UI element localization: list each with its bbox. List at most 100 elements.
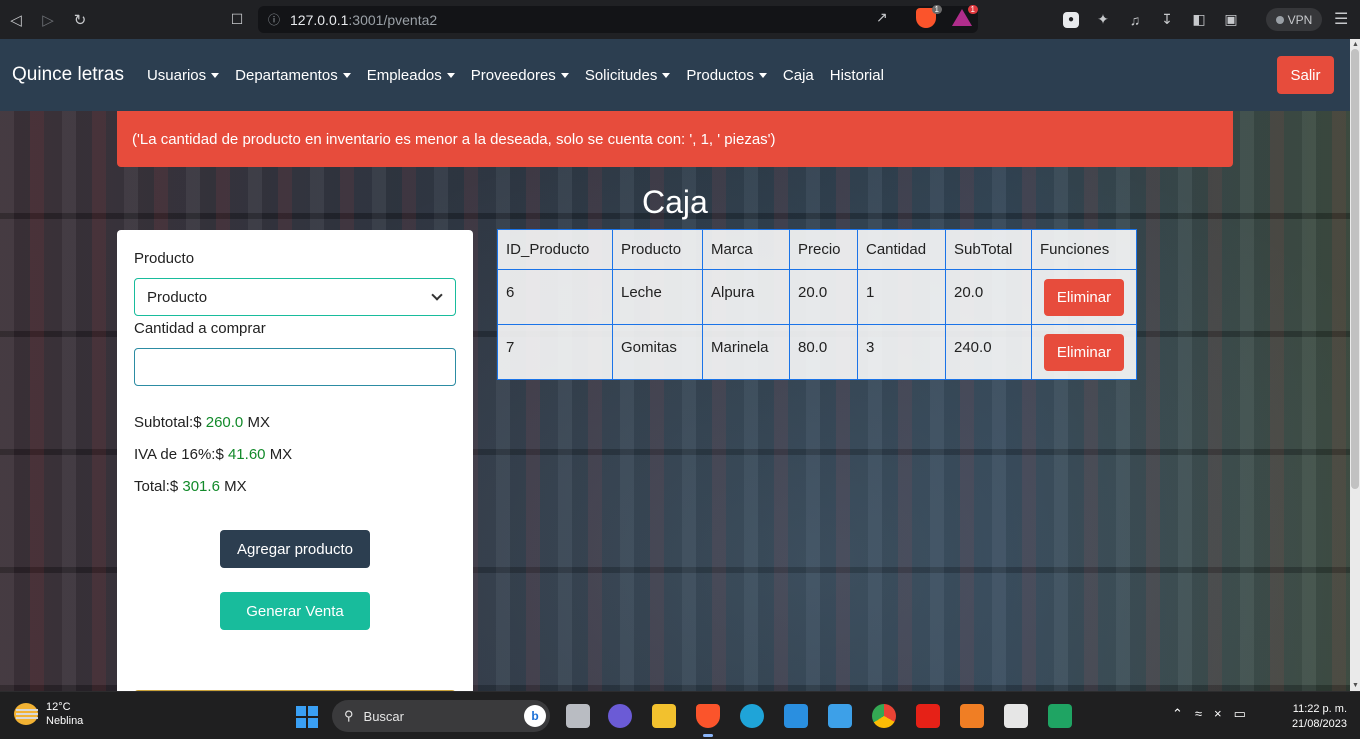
search-placeholder: Buscar [363, 708, 404, 724]
nav-label: Proveedores [470, 66, 556, 84]
scroll-up-icon[interactable]: ▲ [1352, 41, 1359, 48]
brave-browser-icon[interactable] [696, 704, 720, 737]
col-subtotal: SubTotal [945, 229, 1032, 270]
back-icon[interactable]: ◁ [0, 0, 32, 39]
sale-form-card: Producto Producto Cantidad a comprar Sub… [117, 230, 473, 691]
cart-table: ID_Producto Producto Marca Precio Cantid… [497, 229, 1137, 380]
nav-proveedores[interactable]: Proveedores [471, 67, 569, 84]
os-taskbar: 12°C Neblina ⚲ Buscar b ⌃ ≈ × ▭ 11:22 p.… [0, 691, 1360, 739]
bing-icon[interactable]: b [524, 705, 546, 727]
product-select[interactable]: Producto [134, 278, 456, 316]
nav-historial[interactable]: Historial [830, 67, 884, 84]
page-scrollbar[interactable]: ▲ ▼ [1350, 39, 1360, 691]
total-label: Total:$ [134, 478, 179, 495]
spreadsheet-icon[interactable] [1048, 704, 1072, 728]
nav-label: Caja [782, 66, 814, 84]
nav-departamentos[interactable]: Departamentos [235, 67, 351, 84]
rewards-badge: 1 [967, 5, 978, 14]
xampp-icon[interactable] [960, 704, 984, 728]
logout-button[interactable]: Salir [1277, 56, 1334, 94]
search-icon: ⚲ [344, 708, 354, 723]
subtotal-line: Subtotal:$ 260.0 MX [134, 414, 270, 431]
extension-icon[interactable]: ● [1063, 11, 1079, 28]
cell-subtotal: 240.0 [945, 324, 1032, 380]
battery-icon[interactable]: ▭ [1234, 706, 1246, 722]
url-path: :3001/pventa2 [348, 11, 438, 28]
cell-product: Gomitas [612, 324, 703, 380]
address-bar[interactable]: ⓘ 127.0.0.1:3001/pventa2 [258, 6, 978, 33]
quantity-input[interactable] [134, 348, 456, 386]
product-select-value: Producto [147, 288, 208, 306]
product-label: Producto [134, 250, 195, 267]
scrollbar-thumb[interactable] [1351, 49, 1359, 489]
currency-label: MX [269, 446, 293, 463]
share-icon[interactable]: ↗ [876, 9, 888, 26]
nav-productos[interactable]: Productos [686, 67, 767, 84]
nav-usuarios[interactable]: Usuarios [146, 66, 220, 84]
delete-button[interactable]: Eliminar [1044, 334, 1124, 371]
generate-sale-button[interactable]: Generar Venta [220, 592, 370, 630]
weather-widget[interactable]: 12°C Neblina [14, 700, 83, 728]
main-navbar: Quince letras Usuarios Departamentos Emp… [0, 39, 1350, 111]
nav-label: Usuarios [146, 66, 207, 84]
site-info-icon[interactable]: ⓘ [268, 11, 280, 28]
music-icon[interactable]: ♫ [1124, 9, 1146, 31]
nav-caja[interactable]: Caja [783, 67, 814, 84]
quantity-label: Cantidad a comprar [134, 320, 266, 337]
sidebar-icon[interactable]: ◧ [1188, 9, 1210, 31]
vpn-status-icon [1275, 15, 1284, 24]
youtube-icon[interactable] [916, 704, 940, 728]
fog-icon [14, 703, 38, 725]
download-icon[interactable]: ↧ [1156, 9, 1178, 31]
brave-shield-icon[interactable]: 1 [916, 5, 942, 28]
teams-chat-icon[interactable] [608, 704, 632, 728]
brave-rewards-icon[interactable]: 1 [952, 5, 978, 26]
col-quantity: Cantidad [857, 229, 946, 270]
puzzle-icon[interactable]: ✦ [1092, 9, 1114, 31]
table-row: 6 Leche Alpura 20.0 1 20.0 Eliminar [497, 269, 1137, 325]
vpn-button[interactable]: VPN [1266, 8, 1322, 31]
cell-quantity: 1 [857, 269, 946, 325]
scroll-down-icon[interactable]: ▼ [1352, 682, 1359, 689]
subtotal-value: 260.0 [205, 414, 244, 431]
notepad-icon[interactable] [828, 704, 852, 728]
caret-down-icon [758, 72, 767, 78]
col-price: Precio [789, 229, 858, 270]
stock-alert: ('La cantidad de producto en inventario … [117, 111, 1233, 167]
weather-condition: Neblina [46, 715, 84, 727]
add-product-button[interactable]: Agregar producto [220, 530, 370, 568]
nav-label: Departamentos [235, 66, 338, 84]
currency-label: MX [247, 414, 270, 431]
volume-muted-icon[interactable]: × [1214, 706, 1222, 722]
clock-time: 11:22 p. m. [1292, 703, 1347, 715]
caret-down-icon [560, 72, 569, 78]
page-title: Caja [642, 184, 708, 220]
cell-id: 6 [497, 269, 613, 325]
wifi-icon[interactable]: ≈ [1195, 706, 1202, 722]
browser-toolbar: ◁ ▷ ↻ ☐ ⓘ 127.0.0.1:3001/pventa2 ↗ 1 1 ●… [0, 0, 1360, 39]
edge-icon[interactable] [740, 704, 764, 728]
taskbar-search[interactable]: ⚲ Buscar b [332, 700, 550, 732]
task-view-icon[interactable] [566, 704, 590, 728]
bookmark-icon[interactable]: ☐ [226, 8, 248, 30]
brand-link[interactable]: Quince letras [12, 64, 124, 86]
windows-start-icon[interactable] [296, 706, 318, 728]
file-explorer-icon[interactable] [652, 704, 676, 728]
chrome-icon[interactable] [872, 704, 896, 728]
system-clock[interactable]: 11:22 p. m. 21/08/2023 [1283, 702, 1347, 732]
reload-icon[interactable]: ↻ [64, 0, 96, 39]
nav-empleados[interactable]: Empleados [367, 67, 455, 84]
system-tray: ⌃ ≈ × ▭ [1172, 706, 1246, 722]
total-value: 301.6 [182, 478, 220, 495]
snipping-tool-icon[interactable] [1004, 704, 1028, 728]
delete-button[interactable]: Eliminar [1044, 279, 1124, 316]
vscode-icon[interactable] [784, 704, 808, 728]
forward-icon[interactable]: ▷ [32, 0, 64, 39]
caret-down-icon [446, 72, 455, 78]
menu-icon[interactable]: ☰ [1334, 9, 1348, 29]
chevron-up-icon[interactable]: ⌃ [1172, 706, 1183, 722]
col-id: ID_Producto [497, 229, 613, 270]
nav-solicitudes[interactable]: Solicitudes [585, 67, 671, 84]
wallet-icon[interactable]: ▣ [1220, 9, 1242, 31]
table-row: 7 Gomitas Marinela 80.0 3 240.0 Eliminar [497, 324, 1137, 380]
